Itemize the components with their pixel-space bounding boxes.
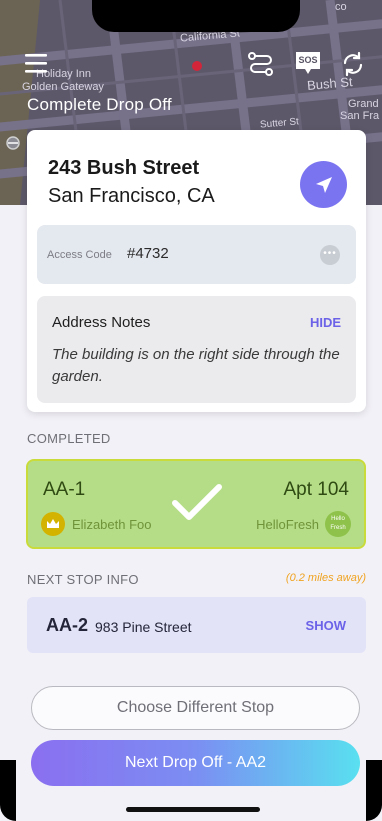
completed-section-label: COMPLETED [27, 431, 111, 446]
device-corner-left [0, 760, 16, 821]
map-label-golden-gateway: Golden Gateway [22, 81, 104, 93]
address-card: 243 Bush Street San Francisco, CA Access… [27, 130, 366, 412]
checkmark-icon [171, 483, 223, 528]
completed-stop-card[interactable]: AA-1 Apt 104 Elizabeth Foo HelloFresh He… [26, 459, 366, 549]
next-stop-id: AA-2 [46, 615, 89, 635]
address-line1: 243 Bush Street [48, 157, 200, 179]
completed-stop-apt: Apt 104 [283, 479, 350, 500]
address-notes-title: Address Notes [52, 314, 151, 331]
crown-icon [41, 512, 65, 536]
map-label-grand: Grand [348, 98, 379, 110]
map-label-co: co [335, 1, 347, 13]
navigation-arrow-icon [315, 176, 332, 193]
address-line2: San Francisco, CA [48, 185, 215, 207]
next-stop-card[interactable]: AA-2 983 Pine Street SHOW [27, 597, 366, 653]
access-code-value: #4732 [127, 245, 169, 262]
page-title: Complete Drop Off [27, 95, 172, 114]
completed-stop-id: AA-1 [43, 479, 86, 500]
more-icon[interactable]: ••• [320, 245, 340, 265]
hide-notes-button[interactable]: HIDE [310, 315, 341, 330]
access-code-panel: Access Code #4732 ••• [37, 225, 356, 284]
show-next-stop-button[interactable]: SHOW [306, 618, 346, 633]
next-drop-off-button[interactable]: Next Drop Off - AA2 [31, 740, 360, 786]
device-corner-right [366, 760, 382, 821]
sos-label: SOS [298, 55, 318, 65]
hellofresh-logo-icon: Hello Fresh [325, 511, 351, 537]
access-code-label: Access Code [47, 249, 112, 261]
map-label-san-fra: San Fra [340, 110, 380, 122]
navigate-button[interactable] [300, 161, 347, 208]
sos-button[interactable]: SOS [294, 50, 322, 76]
completed-customer-name: Elizabeth Foo [72, 517, 152, 532]
next-stop-section-label: NEXT STOP INFO [27, 572, 139, 587]
address-notes-text: The building is on the right side throug… [52, 346, 340, 385]
completed-brand-name: HelloFresh [256, 517, 319, 532]
app-screen: California St Holiday Inn Golden Gateway… [0, 0, 382, 821]
choose-different-stop-button[interactable]: Choose Different Stop [31, 686, 360, 730]
route-icon[interactable] [247, 51, 275, 77]
address-notes-panel: Address Notes HIDE The building is on th… [37, 296, 356, 403]
device-notch [92, 0, 300, 32]
next-stop-distance: (0.2 miles away) [285, 572, 366, 584]
next-stop-address: 983 Pine Street [95, 619, 192, 635]
home-indicator[interactable] [126, 807, 260, 812]
menu-icon[interactable] [25, 53, 49, 73]
refresh-icon[interactable] [340, 51, 366, 77]
